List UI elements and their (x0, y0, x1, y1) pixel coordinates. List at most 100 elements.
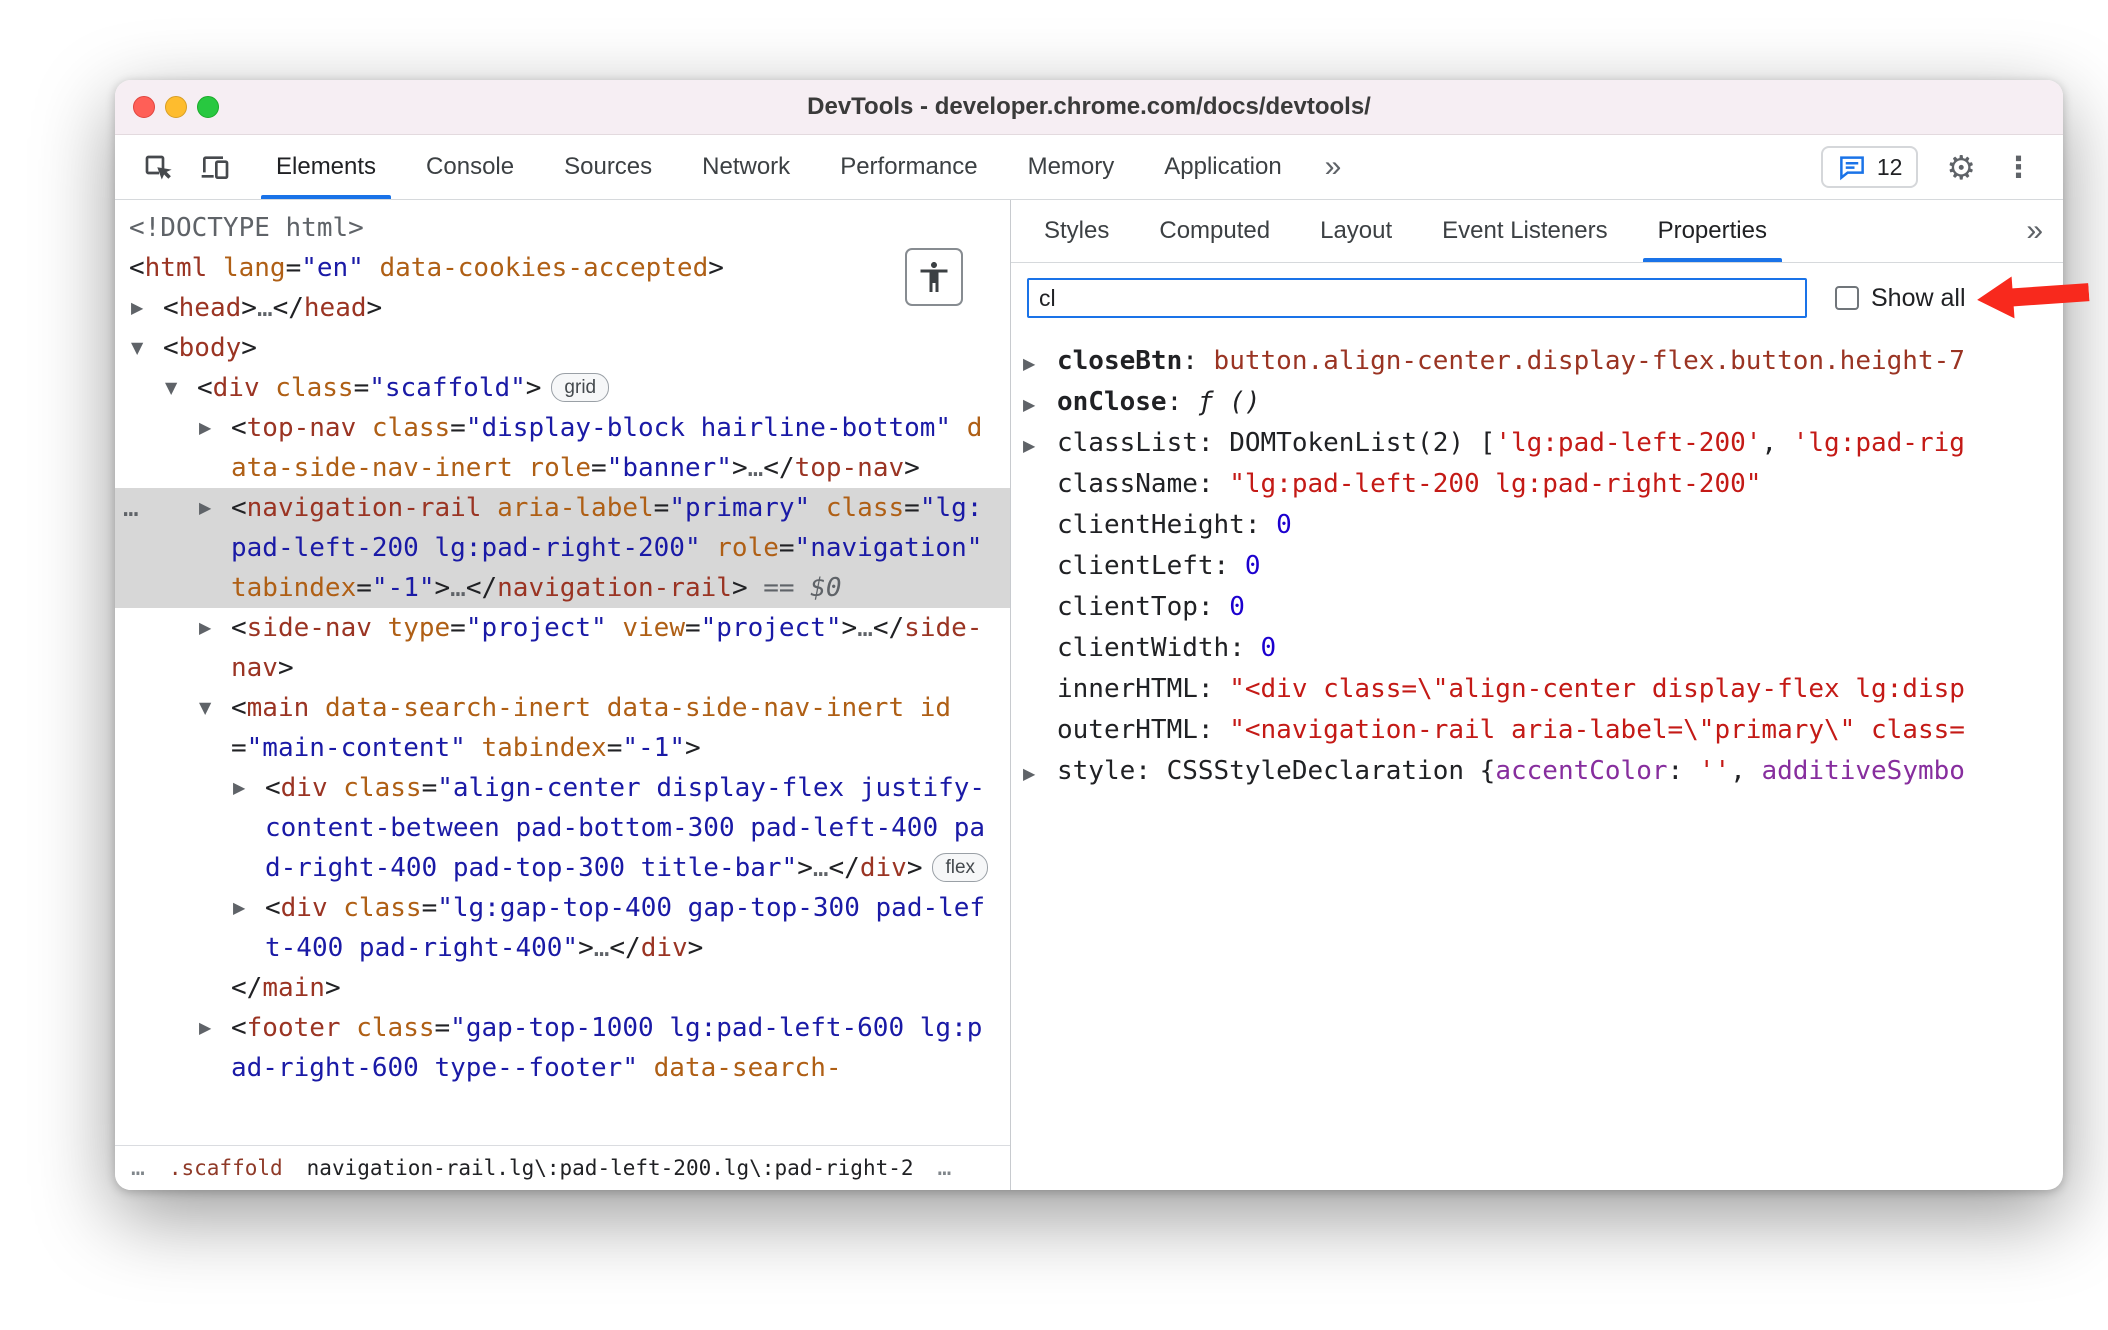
property-row[interactable]: ▶ classList: DOMTokenList(2) ['lg:pad-lef… (1011, 423, 2063, 464)
dom-tree-row[interactable]: ▶ <head>…</head> (115, 288, 1010, 328)
property-row[interactable]: ▶ closeBtn: button.align-center.display-f… (1011, 341, 2063, 382)
property-name: classList (1057, 428, 1198, 458)
devtools-tab-strip: Elements Console Sources Network Performance… (251, 135, 1307, 199)
messages-counter-button[interactable]: 12 (1820, 146, 1919, 188)
breadcrumb-item[interactable]: navigation-rail.lg\:pad-left-200.lg\:pad… (307, 1156, 914, 1180)
property-row[interactable]: className: "lg:pad-left-200 lg:pad-right… (1011, 464, 2063, 505)
property-name: className (1057, 469, 1198, 499)
tab-elements[interactable]: Elements (251, 135, 401, 199)
accessibility-person-icon (920, 262, 948, 292)
dom-tree-row[interactable]: </main> (115, 968, 1010, 1008)
sidebar-tab-styles[interactable]: Styles (1019, 200, 1134, 262)
dom-tree-row[interactable]: ▼ <main data-search-inert data-side-nav-i… (115, 688, 1010, 768)
tab-performance[interactable]: Performance (815, 135, 1002, 199)
expand-arrow-icon[interactable]: ▶ (1023, 753, 1057, 792)
property-row[interactable]: clientLeft: 0 (1011, 546, 2063, 587)
breadcrumb: … .scaffold navigation-rail.lg\:pad-left-… (115, 1145, 1010, 1190)
expand-arrow-icon[interactable]: ▶ (199, 408, 211, 448)
expand-arrow-icon[interactable]: ▼ (165, 368, 177, 408)
properties-list: ▶ closeBtn: button.align-center.display-f… (1011, 333, 2063, 1190)
dom-tree-row[interactable]: … ▶ <navigation-rail aria-label="primary" … (115, 488, 1010, 608)
expand-arrow-icon[interactable]: ▶ (233, 768, 245, 808)
more-tabs-chevron-icon[interactable]: » (1307, 135, 1360, 199)
dom-tree-row[interactable]: <!DOCTYPE html> (115, 208, 1010, 248)
dom-tree-row[interactable]: ▶ <footer class="gap-top-1000 lg:pad-left… (115, 1008, 1010, 1088)
dom-tree: <!DOCTYPE html> <html lang="en" data-cook… (115, 200, 1010, 1145)
properties-filter-row: Show all (1011, 263, 2063, 333)
property-row[interactable]: outerHTML: "<navigation-rail aria-label=… (1011, 710, 2063, 751)
property-name: onClose (1057, 387, 1167, 417)
dom-tree-row[interactable]: <html lang="en" data-cookies-accepted> (115, 248, 1010, 288)
expand-arrow-icon[interactable]: ▶ (233, 888, 245, 928)
sidebar-tab-layout[interactable]: Layout (1295, 200, 1417, 262)
sidebar-tab-event-listeners[interactable]: Event Listeners (1417, 200, 1632, 262)
dom-tree-row[interactable]: ▼ <div class="scaffold"> grid (115, 368, 1010, 408)
devtools-toolbar: Elements Console Sources Network Performance… (115, 135, 2063, 200)
property-row[interactable]: clientWidth: 0 (1011, 628, 2063, 669)
property-row[interactable]: clientHeight: 0 (1011, 505, 2063, 546)
properties-filter-input[interactable] (1027, 278, 1807, 318)
window-title: DevTools - developer.chrome.com/docs/dev… (807, 93, 1371, 120)
expand-arrow-icon[interactable]: ▶ (131, 288, 143, 328)
expand-arrow-icon[interactable]: ▶ (1023, 425, 1057, 464)
property-name: clientWidth (1057, 633, 1230, 663)
kebab-menu-icon[interactable]: ⋮ (2004, 150, 2033, 184)
dom-tree-row[interactable]: ▼ <body> (115, 328, 1010, 368)
close-window-button[interactable] (133, 96, 155, 118)
tab-memory[interactable]: Memory (1003, 135, 1140, 199)
annotation-arrow (1975, 268, 2090, 324)
window-titlebar: DevTools - developer.chrome.com/docs/dev… (115, 80, 2063, 135)
messages-count: 12 (1876, 153, 1903, 180)
minimize-window-button[interactable] (165, 96, 187, 118)
property-row[interactable]: ▶ style: CSSStyleDeclaration {accentColor… (1011, 751, 2063, 792)
tab-application[interactable]: Application (1139, 135, 1306, 199)
show-all-label[interactable]: Show all (1871, 284, 1966, 313)
expand-arrow-icon[interactable]: ▼ (131, 328, 143, 368)
dom-tree-row[interactable]: ▶ <div class="align-center display-flex j… (115, 768, 1010, 888)
dom-tree-row[interactable]: ▶ <top-nav class="display-block hairline-… (115, 408, 1010, 488)
property-name: outerHTML (1057, 715, 1198, 745)
expand-arrow-icon[interactable]: ▼ (199, 688, 211, 728)
inspect-element-button[interactable] (141, 151, 173, 183)
property-name: clientTop (1057, 592, 1198, 622)
property-name: innerHTML (1057, 674, 1198, 704)
property-name: clientHeight (1057, 510, 1245, 540)
breadcrumb-overflow-right[interactable]: … (938, 1155, 952, 1181)
row-menu-icon[interactable]: … (123, 488, 139, 528)
chat-bubble-icon (1839, 156, 1864, 181)
elements-panel: <!DOCTYPE html> <html lang="en" data-cook… (115, 200, 1011, 1190)
sidebar-tab-properties[interactable]: Properties (1633, 200, 1792, 262)
property-name: style (1057, 756, 1136, 786)
layout-badge-grid[interactable]: grid (551, 373, 610, 402)
tab-network[interactable]: Network (677, 135, 815, 199)
expand-arrow-icon[interactable]: ▶ (1023, 384, 1057, 423)
sidebar-tab-strip: Styles Computed Layout Event Listeners Prope… (1011, 200, 2063, 263)
property-row[interactable]: clientTop: 0 (1011, 587, 2063, 628)
breadcrumb-overflow-left[interactable]: … (131, 1155, 145, 1181)
expand-arrow-icon[interactable]: ▶ (199, 488, 211, 528)
expand-arrow-icon[interactable]: ▶ (199, 1008, 211, 1048)
breadcrumb-items: .scaffold navigation-rail.lg\:pad-left-20… (169, 1156, 914, 1180)
device-toolbar-button[interactable] (199, 151, 231, 183)
more-panels-chevron-icon[interactable]: » (2006, 200, 2063, 262)
property-row[interactable]: innerHTML: "<div class=\"align-center di… (1011, 669, 2063, 710)
settings-gear-icon[interactable]: ⚙ (1946, 148, 1976, 187)
dom-tree-row[interactable]: ▶ <side-nav type="project" view="project"… (115, 608, 1010, 688)
layout-badge-flex[interactable]: flex (932, 853, 989, 882)
tab-console[interactable]: Console (401, 135, 539, 199)
tab-sources[interactable]: Sources (539, 135, 677, 199)
breadcrumb-item[interactable]: .scaffold (169, 1156, 283, 1180)
dom-tree-row[interactable]: ▶ <div class="lg:gap-top-400 gap-top-300 … (115, 888, 1010, 968)
zoom-window-button[interactable] (197, 96, 219, 118)
property-name: closeBtn (1057, 346, 1183, 376)
devtools-window: DevTools - developer.chrome.com/docs/dev… (115, 80, 2090, 1190)
red-arrow-icon (1977, 276, 2090, 319)
show-all-checkbox[interactable] (1835, 286, 1859, 310)
expand-arrow-icon[interactable]: ▶ (1023, 343, 1057, 382)
inspect-cursor-icon (145, 155, 172, 180)
property-row[interactable]: ▶ onClose: ƒ () (1011, 382, 2063, 423)
device-toolbar-icon (201, 156, 229, 179)
sidebar-tab-computed[interactable]: Computed (1134, 200, 1295, 262)
expand-arrow-icon[interactable]: ▶ (199, 608, 211, 648)
accessibility-inspect-button[interactable] (905, 248, 963, 306)
